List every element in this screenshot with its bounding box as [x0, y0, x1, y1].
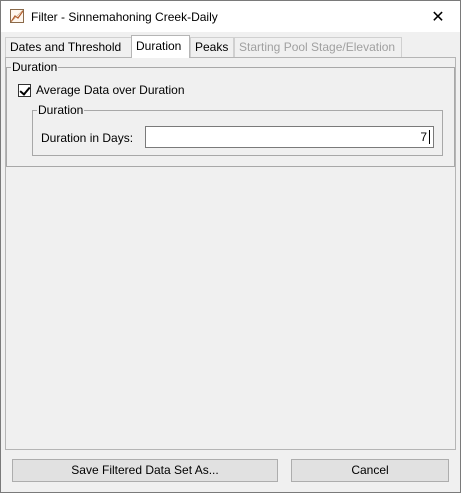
filter-dialog: Filter - Sinnemahoning Creek-Daily ✕ Dat… — [0, 0, 461, 493]
average-data-checkbox-row[interactable]: Average Data over Duration — [18, 82, 185, 98]
duration-in-days-value: 7 — [420, 130, 427, 144]
duration-group-legend: Duration — [12, 60, 58, 74]
cancel-button[interactable]: Cancel — [291, 459, 449, 482]
tab-starting-pool-stage-elevation: Starting Pool Stage/Elevation — [234, 37, 402, 57]
window-title: Filter - Sinnemahoning Creek-Daily — [31, 10, 218, 24]
close-icon[interactable]: ✕ — [416, 1, 460, 32]
average-data-checkbox[interactable] — [18, 83, 31, 97]
duration-in-days-label: Duration in Days: — [41, 131, 134, 145]
save-filtered-data-set-button[interactable]: Save Filtered Data Set As... — [12, 459, 278, 482]
inner-duration-group-legend: Duration — [38, 103, 84, 117]
average-data-checkbox-label: Average Data over Duration — [36, 83, 185, 97]
tab-peaks[interactable]: Peaks — [190, 37, 234, 57]
title-bar: Filter - Sinnemahoning Creek-Daily ✕ — [1, 1, 460, 32]
chart-app-icon — [10, 9, 24, 23]
duration-in-days-input[interactable]: 7 — [145, 126, 434, 148]
text-caret — [429, 130, 430, 144]
tab-dates-and-threshold[interactable]: Dates and Threshold — [5, 37, 132, 57]
tab-duration[interactable]: Duration — [131, 35, 190, 58]
